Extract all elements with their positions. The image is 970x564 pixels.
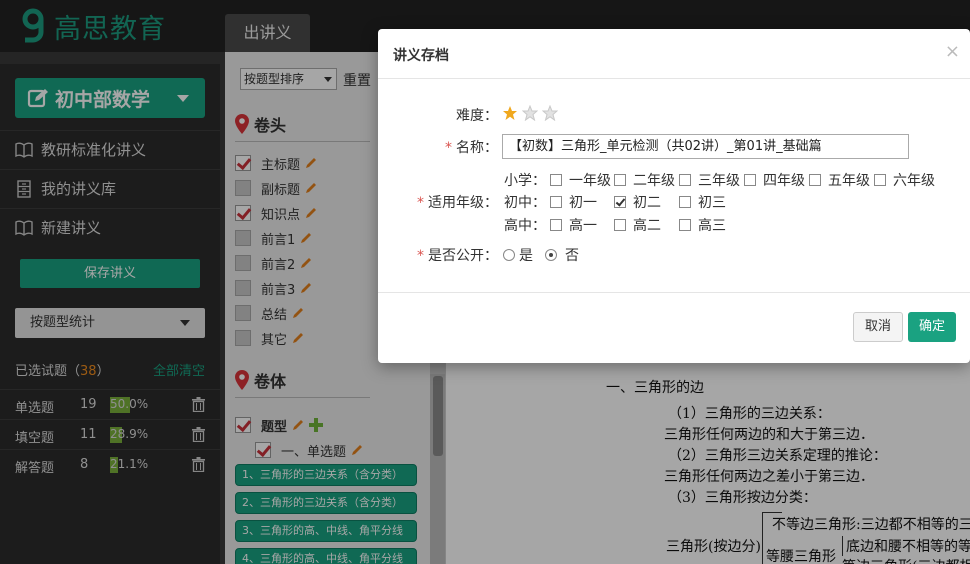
grade-group-middle: 初中： [504, 195, 546, 211]
grade-option[interactable]: 高二 [614, 215, 661, 235]
public-label-text: 是否公开： [428, 248, 498, 264]
dialog-title: 讲义存档 [393, 48, 449, 64]
grade-label: * 适用年级： [417, 192, 498, 212]
grade-option[interactable]: 二年级 [614, 170, 675, 190]
checkbox[interactable] [614, 219, 626, 231]
checkbox[interactable] [809, 174, 821, 186]
archive-dialog: 讲义存档 × 难度： * 名称： 【初数】三角形_单元检测（共02讲）_第01讲_… [378, 29, 970, 363]
grade-option[interactable]: 初一 [550, 192, 597, 212]
required-mark: * [417, 195, 424, 211]
public-option-no[interactable]: 否 [545, 245, 579, 265]
grade-option[interactable]: 初三 [679, 192, 726, 212]
grade-name: 高一 [569, 218, 597, 234]
grade-name: 五年级 [828, 173, 870, 189]
checkbox[interactable] [550, 174, 562, 186]
grade-option[interactable]: 高一 [550, 215, 597, 235]
radio[interactable] [503, 249, 515, 261]
grade-option[interactable]: 六年级 [874, 170, 935, 190]
checkbox[interactable] [679, 219, 691, 231]
grade-option[interactable]: 三年级 [679, 170, 740, 190]
grade-name: 高二 [633, 218, 661, 234]
checkbox[interactable] [874, 174, 886, 186]
star-icon[interactable] [542, 105, 558, 121]
grade-option[interactable]: 四年级 [744, 170, 805, 190]
checkbox[interactable] [744, 174, 756, 186]
checkbox[interactable] [550, 219, 562, 231]
public-option-yes[interactable]: 是 [503, 245, 533, 265]
grade-option[interactable]: 初二 [614, 192, 661, 212]
difficulty-rating[interactable] [502, 105, 562, 121]
grade-group-primary: 小学： [504, 173, 546, 189]
grade-label-text: 适用年级： [428, 195, 498, 211]
checkbox[interactable] [679, 174, 691, 186]
close-icon[interactable]: × [945, 41, 960, 62]
checkbox[interactable] [614, 174, 626, 186]
required-mark: * [417, 248, 424, 264]
name-label: * 名称： [445, 137, 498, 157]
checkbox[interactable] [614, 196, 626, 208]
confirm-button[interactable]: 确定 [908, 312, 956, 342]
grade-name: 三年级 [698, 173, 740, 189]
grade-name: 初三 [698, 195, 726, 211]
star-icon[interactable] [522, 105, 538, 121]
grade-option[interactable]: 高三 [679, 215, 726, 235]
grade-name: 四年级 [763, 173, 805, 189]
grade-name: 一年级 [569, 173, 611, 189]
checkbox[interactable] [679, 196, 691, 208]
grade-name: 六年级 [893, 173, 935, 189]
handout-name-input[interactable]: 【初数】三角形_单元检测（共02讲）_第01讲_基础篇 [502, 134, 909, 159]
public-label: * 是否公开： [417, 245, 498, 265]
cancel-button[interactable]: 取消 [853, 312, 903, 342]
radio-label: 否 [565, 248, 579, 264]
grade-name: 高三 [698, 218, 726, 234]
name-label-text: 名称： [456, 140, 498, 156]
difficulty-label: 难度： [456, 108, 498, 124]
grade-group-high: 高中： [504, 218, 546, 234]
divider [378, 292, 970, 293]
star-icon[interactable] [502, 105, 518, 121]
grade-name: 二年级 [633, 173, 675, 189]
required-mark: * [445, 140, 452, 156]
checkbox[interactable] [550, 196, 562, 208]
grade-name: 初二 [633, 195, 661, 211]
radio[interactable] [545, 249, 557, 261]
radio-label: 是 [519, 248, 533, 264]
grade-name: 初一 [569, 195, 597, 211]
divider [378, 78, 970, 79]
grade-option[interactable]: 五年级 [809, 170, 870, 190]
grade-option[interactable]: 一年级 [550, 170, 611, 190]
